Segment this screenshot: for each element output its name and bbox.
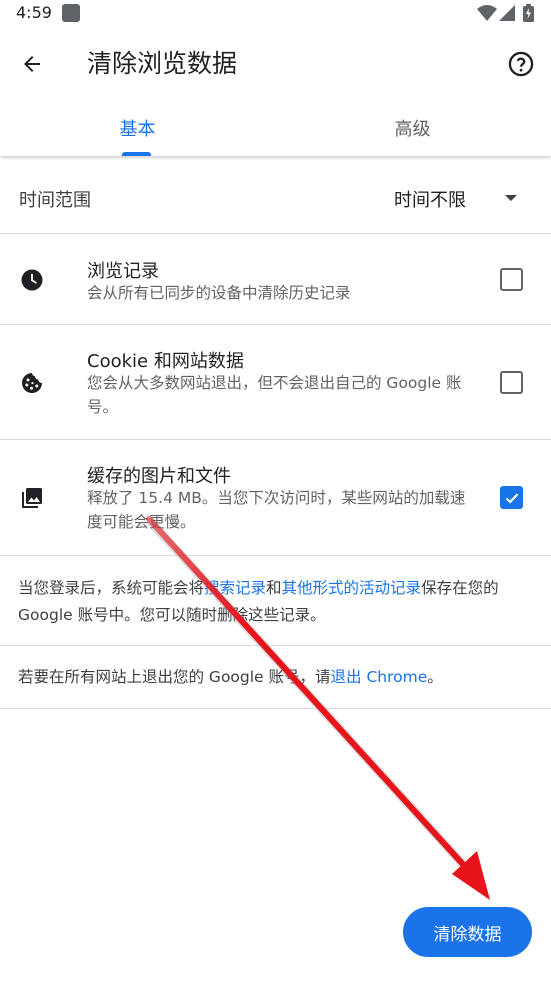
time-range-value: 时间不限 <box>394 190 466 211</box>
signal-icon <box>499 5 515 21</box>
page-title: 清除浏览数据 <box>87 49 238 78</box>
option-description: 您会从大多数网站退出，但不会退出自己的 Google 账号。 <box>87 374 462 416</box>
signout-info-text: 若要在所有网站上退出您的 Google 账号，请退出 Chrome。 <box>18 664 533 691</box>
info-text: 若要在所有网站上退出您的 Google 账号，请 <box>18 668 331 686</box>
image-icon <box>22 488 42 508</box>
search-history-link[interactable]: 搜索记录 <box>204 579 266 597</box>
help-button[interactable] <box>503 46 539 82</box>
info-text: 和 <box>266 579 282 597</box>
help-icon <box>508 51 534 77</box>
other-activity-link[interactable]: 其他形式的活动记录 <box>282 579 422 597</box>
option-description: 会从所有已同步的设备中清除历史记录 <box>87 284 351 302</box>
divider <box>0 645 551 646</box>
cache-checkbox[interactable] <box>500 486 523 509</box>
option-title: 浏览记录 <box>87 261 159 282</box>
battery-icon <box>523 4 534 22</box>
option-title: Cookie 和网站数据 <box>87 351 244 372</box>
info-text: 。 <box>427 668 443 686</box>
time-range-selector[interactable]: 时间范围 时间不限 <box>0 164 551 234</box>
option-description: 释放了 15.4 MB。当您下次访问时，某些网站的加载速度可能会更慢。 <box>87 489 466 531</box>
wifi-icon <box>477 5 497 21</box>
status-time: 4:59 <box>16 3 52 22</box>
tab-bar: 基本 高级 <box>0 100 551 156</box>
tab-advanced[interactable]: 高级 <box>275 100 550 156</box>
dropdown-arrow-icon <box>505 195 517 201</box>
signout-chrome-link[interactable]: 退出 Chrome <box>331 668 428 686</box>
sync-info-text: 当您登录后，系统可能会将搜索记录和其他形式的活动记录保存在您的 Google 账… <box>18 575 533 629</box>
status-bar: 4:59 <box>0 0 551 28</box>
back-button[interactable] <box>14 46 50 82</box>
option-cookies[interactable]: Cookie 和网站数据 您会从大多数网站退出，但不会退出自己的 Google … <box>0 325 551 440</box>
arrow-back-icon <box>24 56 40 72</box>
option-cached-images[interactable]: 缓存的图片和文件 释放了 15.4 MB。当您下次访问时，某些网站的加载速度可能… <box>0 440 551 556</box>
option-title: 缓存的图片和文件 <box>87 466 231 487</box>
history-checkbox[interactable] <box>500 268 523 291</box>
check-icon <box>505 492 518 504</box>
info-text: 当您登录后，系统可能会将 <box>18 579 205 597</box>
divider <box>0 708 551 709</box>
clock-icon <box>21 269 43 291</box>
notification-icon <box>62 4 80 22</box>
app-bar: 清除浏览数据 <box>0 30 551 94</box>
tab-indicator <box>122 152 151 156</box>
cookie-icon <box>22 373 42 393</box>
option-browsing-history[interactable]: 浏览记录 会从所有已同步的设备中清除历史记录 <box>0 235 551 325</box>
clear-data-button[interactable]: 清除数据 <box>403 907 532 957</box>
time-range-label: 时间范围 <box>19 190 91 211</box>
tab-basic[interactable]: 基本 <box>0 100 275 156</box>
cookies-checkbox[interactable] <box>500 371 523 394</box>
